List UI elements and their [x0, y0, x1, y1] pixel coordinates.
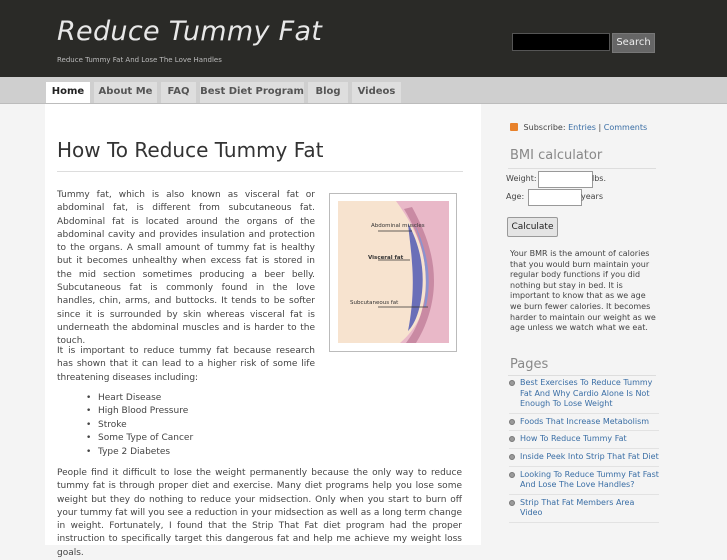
- bmi-description: Your BMR is the amount of calories that …: [510, 249, 656, 333]
- abdomen-diagram: Abdominal muscles Visceral fat Subcutane…: [350, 201, 449, 343]
- search-button[interactable]: Search: [612, 33, 655, 53]
- bullet-icon: [509, 418, 515, 425]
- page-link[interactable]: Best Exercises To Reduce Tummy Fat And W…: [509, 378, 659, 414]
- bullet-icon: [509, 453, 515, 460]
- title-divider: [57, 171, 463, 172]
- site-title[interactable]: Reduce Tummy Fat: [57, 16, 322, 47]
- abdominal-fat-figure: Abdominal muscles Visceral fat Subcutane…: [329, 193, 457, 352]
- sidebar-divider: [508, 375, 656, 376]
- weight-input[interactable]: [538, 171, 593, 188]
- page-link[interactable]: Strip That Fat Members Area Video: [509, 498, 659, 523]
- list-item: Some Type of Cancer: [86, 432, 193, 446]
- nav-about-me[interactable]: About Me: [94, 82, 157, 103]
- post-paragraph-1: Tummy fat, which is also known as viscer…: [57, 190, 315, 347]
- age-input[interactable]: [528, 189, 582, 206]
- abdominal-fat-illustration: Abdominal muscles Visceral fat Subcutane…: [338, 201, 449, 343]
- label-abdominal-muscles: Abdominal muscles: [371, 223, 425, 229]
- nav-home[interactable]: Home: [46, 82, 90, 103]
- bullet-icon: [509, 436, 515, 443]
- subscribe-comments-link[interactable]: Comments: [604, 123, 647, 132]
- post-paragraph-3: People find it difficult to lose the wei…: [57, 468, 462, 558]
- list-item: Type 2 Diabetes: [86, 446, 193, 460]
- subscribe-separator: |: [598, 123, 602, 132]
- list-item: Heart Disease: [86, 392, 193, 406]
- site-tagline: Reduce Tummy Fat And Lose The Love Handl…: [57, 56, 222, 64]
- pages-title: Pages: [510, 357, 549, 372]
- nav-videos[interactable]: Videos: [352, 82, 401, 103]
- bmi-calculator-title: BMI calculator: [510, 148, 603, 163]
- subscribe-label: Subscribe:: [523, 123, 566, 132]
- page-link[interactable]: Looking To Reduce Tummy Fat Fast And Los…: [509, 470, 659, 495]
- age-unit: years: [581, 192, 604, 201]
- page-link[interactable]: Inside Peek Into Strip That Fat Diet: [509, 452, 659, 467]
- subscribe-bar: Subscribe: Entries | Comments: [510, 123, 647, 132]
- disease-list: Heart Disease High Blood Pressure Stroke…: [86, 392, 193, 459]
- nav-faq[interactable]: FAQ: [161, 82, 196, 103]
- nav-best-diet-program[interactable]: Best Diet Program: [200, 82, 304, 103]
- search-input[interactable]: [512, 33, 610, 51]
- list-item: High Blood Pressure: [86, 405, 193, 419]
- bullet-icon: [509, 471, 515, 478]
- bullet-icon: [509, 380, 515, 386]
- bullet-icon: [509, 499, 515, 506]
- rss-icon[interactable]: [510, 123, 518, 131]
- nav-blog[interactable]: Blog: [308, 82, 348, 103]
- label-subcutaneous-fat: Subcutaneous fat: [350, 300, 399, 306]
- page-link[interactable]: Foods That Increase Metabolism: [509, 417, 659, 432]
- age-label: Age:: [506, 192, 525, 201]
- sidebar-divider: [508, 168, 656, 169]
- pages-list: Best Exercises To Reduce Tummy Fat And W…: [509, 378, 659, 526]
- weight-unit: lbs.: [592, 174, 607, 183]
- label-visceral-fat: Visceral fat: [368, 255, 404, 261]
- post-title[interactable]: How To Reduce Tummy Fat: [57, 138, 324, 162]
- list-item: Stroke: [86, 419, 193, 433]
- main-nav: Home About Me FAQ Best Diet Program Blog…: [0, 77, 727, 104]
- calculate-button[interactable]: Calculate: [507, 217, 558, 237]
- post-paragraph-2: It is important to reduce tummy fat beca…: [57, 346, 315, 383]
- subscribe-entries-link[interactable]: Entries: [568, 123, 596, 132]
- site-header: Reduce Tummy Fat Reduce Tummy Fat And Lo…: [0, 0, 727, 77]
- weight-label: Weight:: [506, 174, 537, 183]
- page-link[interactable]: How To Reduce Tummy Fat: [509, 434, 659, 449]
